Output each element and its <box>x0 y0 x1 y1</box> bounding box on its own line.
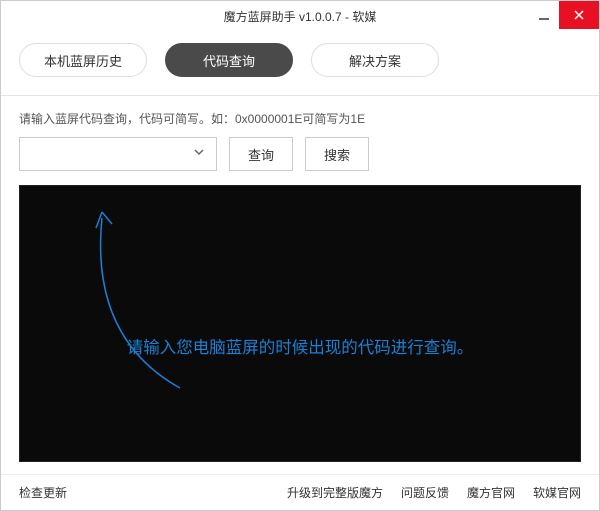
panel-message: 请输入您电脑蓝屏的时候出现的代码进行查询。 <box>127 334 474 358</box>
link-label: 问题反馈 <box>401 486 449 500</box>
button-label: 查询 <box>248 145 274 164</box>
app-window: 魔方蓝屏助手 v1.0.0.7 - 软媒 本机蓝屏历史 代码查询 解决方案 请输… <box>0 0 600 511</box>
search-button[interactable]: 搜索 <box>305 137 369 171</box>
footer-right: 升级到完整版魔方 问题反馈 魔方官网 软媒官网 <box>287 484 581 501</box>
close-button[interactable] <box>559 1 599 29</box>
chevron-down-icon <box>192 145 206 164</box>
tab-history[interactable]: 本机蓝屏历史 <box>19 43 147 77</box>
result-panel: 请输入您电脑蓝屏的时候出现的代码进行查询。 <box>19 185 581 462</box>
link-label: 软媒官网 <box>533 486 581 500</box>
mofang-site-link[interactable]: 魔方官网 <box>467 484 515 501</box>
upgrade-link[interactable]: 升级到完整版魔方 <box>287 484 383 501</box>
guide-arrow-icon <box>60 198 220 398</box>
titlebar: 魔方蓝屏助手 v1.0.0.7 - 软媒 <box>1 1 599 31</box>
button-label: 搜索 <box>324 145 350 164</box>
tab-label: 本机蓝屏历史 <box>44 51 122 70</box>
window-title: 魔方蓝屏助手 v1.0.0.7 - 软媒 <box>224 8 377 25</box>
input-hint: 请输入蓝屏代码查询，代码可简写。如：0x0000001E可简写为1E <box>19 110 581 127</box>
tab-solution[interactable]: 解决方案 <box>311 43 439 77</box>
link-label: 检查更新 <box>19 486 67 500</box>
close-icon <box>573 9 585 21</box>
content-area: 请输入蓝屏代码查询，代码可简写。如：0x0000001E可简写为1E 查询 搜索… <box>1 110 599 474</box>
check-update-link[interactable]: 检查更新 <box>19 484 67 501</box>
divider <box>1 95 599 96</box>
ruanmei-site-link[interactable]: 软媒官网 <box>533 484 581 501</box>
code-combobox[interactable] <box>19 137 217 171</box>
tab-bar: 本机蓝屏历史 代码查询 解决方案 <box>1 31 599 95</box>
tab-label: 解决方案 <box>349 51 401 70</box>
footer: 检查更新 升级到完整版魔方 问题反馈 魔方官网 软媒官网 <box>1 474 599 510</box>
minimize-button[interactable] <box>529 1 559 29</box>
tab-label: 代码查询 <box>203 51 255 70</box>
feedback-link[interactable]: 问题反馈 <box>401 484 449 501</box>
link-label: 魔方官网 <box>467 486 515 500</box>
query-button[interactable]: 查询 <box>229 137 293 171</box>
link-label: 升级到完整版魔方 <box>287 486 383 500</box>
search-row: 查询 搜索 <box>19 137 581 171</box>
tab-code-lookup[interactable]: 代码查询 <box>165 43 293 77</box>
minimize-icon <box>538 9 550 21</box>
window-controls <box>529 1 599 31</box>
